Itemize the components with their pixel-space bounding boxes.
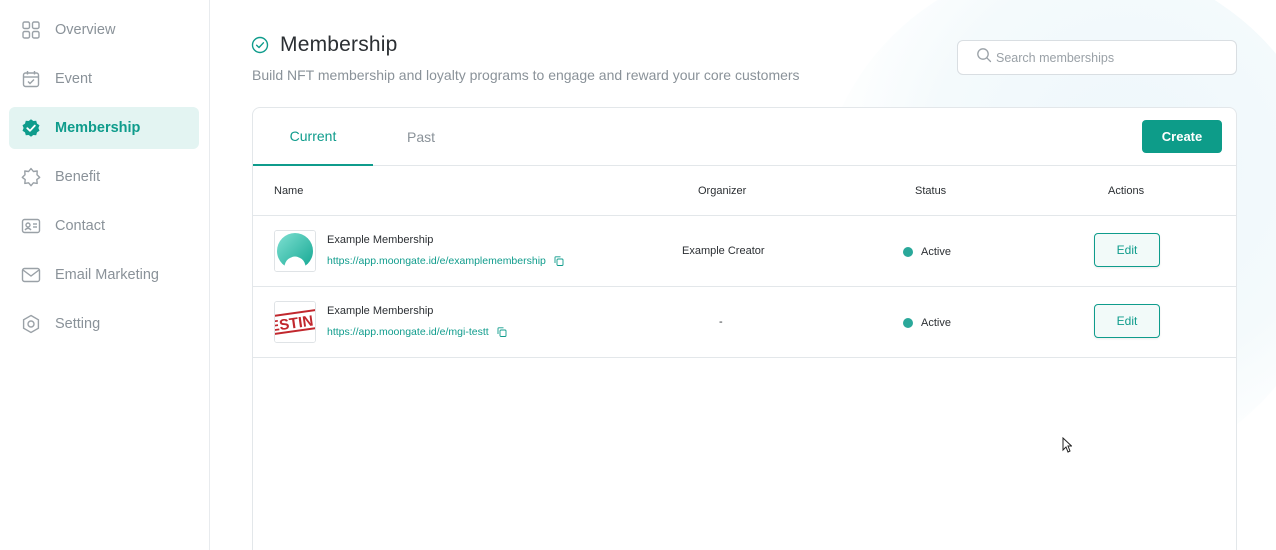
sidebar-item-membership[interactable]: Membership <box>9 107 199 149</box>
sidebar-item-event[interactable]: Event <box>9 58 199 100</box>
column-header-organizer: Organizer <box>698 185 747 197</box>
sidebar-item-label: Email Marketing <box>55 267 159 283</box>
status-badge: Active <box>903 317 951 329</box>
sidebar-item-label: Contact <box>55 218 105 234</box>
tab-bar: Current Past Create <box>253 108 1236 166</box>
create-button[interactable]: Create <box>1142 120 1222 153</box>
membership-name: Example Membership <box>327 234 434 246</box>
table-row: Example Membership https://app.moongate.… <box>253 216 1236 287</box>
search-input[interactable] <box>996 50 1216 65</box>
star-badge-icon <box>20 166 42 188</box>
status-text: Active <box>921 246 951 258</box>
membership-link[interactable]: https://app.moongate.id/e/mgi-testt <box>327 326 507 338</box>
sidebar-item-contact[interactable]: Contact <box>9 205 199 247</box>
membership-link[interactable]: https://app.moongate.id/e/examplemembers… <box>327 255 564 267</box>
badge-check-icon <box>20 117 42 139</box>
mouse-cursor-icon <box>1062 436 1073 458</box>
membership-link-text[interactable]: https://app.moongate.id/e/mgi-testt <box>327 326 489 338</box>
sidebar-item-label: Benefit <box>55 169 101 185</box>
tab-current[interactable]: Current <box>253 108 373 166</box>
membership-thumbnail <box>274 230 316 272</box>
search-box[interactable] <box>957 40 1237 75</box>
check-circle-icon <box>251 36 269 54</box>
sidebar-item-label: Event <box>55 71 93 87</box>
status-dot-icon <box>903 318 913 328</box>
table-row: ESTIN Example Membership https://app.moo… <box>253 287 1236 358</box>
membership-card: Current Past Create Name Organizer Statu… <box>252 107 1237 550</box>
edit-button[interactable]: Edit <box>1094 233 1160 267</box>
status-badge: Active <box>903 246 951 258</box>
settings-icon <box>20 313 42 335</box>
tab-past[interactable]: Past <box>361 108 481 166</box>
sidebar-item-label: Overview <box>55 22 116 38</box>
copy-icon[interactable] <box>497 327 507 337</box>
sidebar-item-overview[interactable]: Overview <box>9 9 199 51</box>
grid-icon <box>20 19 42 41</box>
sidebar-item-email-marketing[interactable]: Email Marketing <box>9 254 199 296</box>
sidebar: Overview Event Membership Benefit Contac… <box>0 0 210 550</box>
main-content: Membership Build NFT membership and loya… <box>211 0 1276 550</box>
page-subtitle: Build NFT membership and loyalty program… <box>252 67 800 83</box>
organizer-name: Example Creator <box>682 245 765 257</box>
edit-button[interactable]: Edit <box>1094 304 1160 338</box>
membership-link-text[interactable]: https://app.moongate.id/e/examplemembers… <box>327 255 546 267</box>
sidebar-item-label: Membership <box>55 120 141 136</box>
column-header-actions: Actions <box>1108 185 1145 197</box>
sidebar-item-setting[interactable]: Setting <box>9 303 199 345</box>
copy-icon[interactable] <box>554 256 564 266</box>
sidebar-item-benefit[interactable]: Benefit <box>9 156 199 198</box>
page-header: Membership <box>251 33 398 57</box>
table-header: Name Organizer Status Actions <box>253 166 1236 216</box>
status-dot-icon <box>903 247 913 257</box>
column-header-name: Name <box>274 185 304 197</box>
page-title: Membership <box>280 33 398 56</box>
membership-thumbnail: ESTIN <box>274 301 316 343</box>
mail-icon <box>20 264 42 286</box>
column-header-status: Status <box>915 185 947 197</box>
contact-card-icon <box>20 215 42 237</box>
membership-name: Example Membership <box>327 305 434 317</box>
calendar-icon <box>20 68 42 90</box>
sidebar-item-label: Setting <box>55 316 101 332</box>
status-text: Active <box>921 317 951 329</box>
organizer-name: - <box>719 316 723 328</box>
search-icon <box>976 47 992 68</box>
